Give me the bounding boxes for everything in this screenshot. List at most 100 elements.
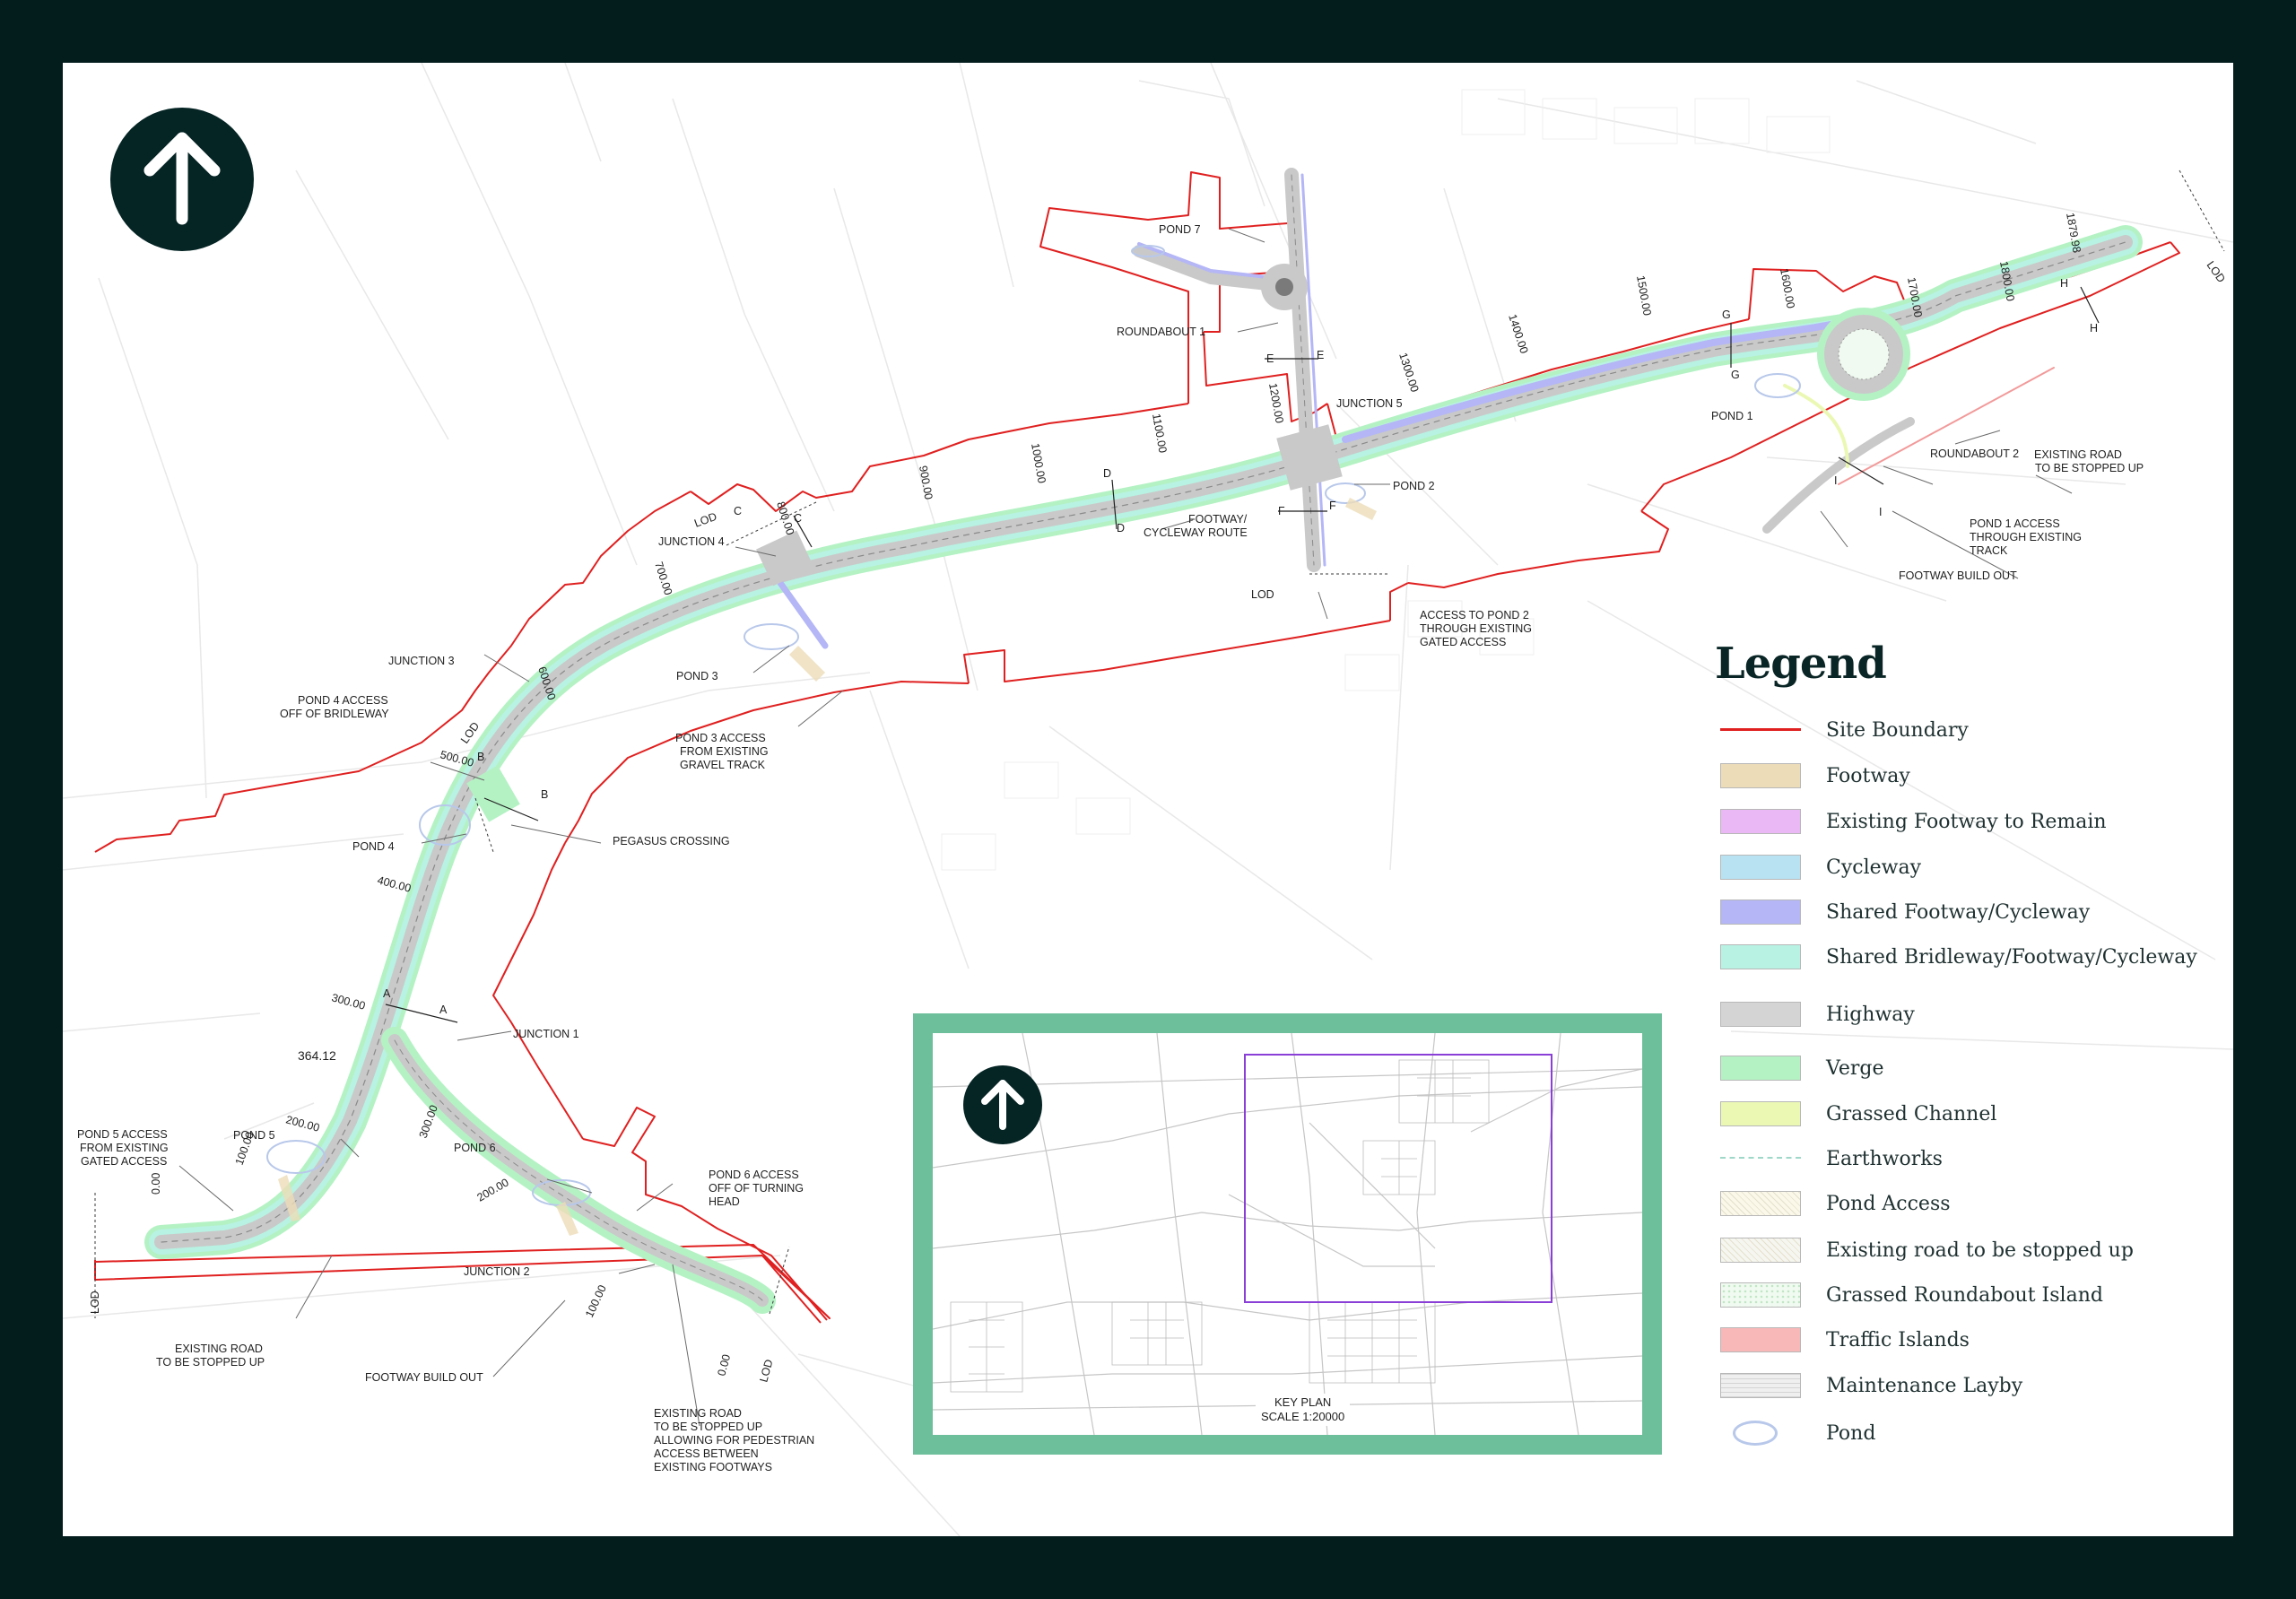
label-pond6-access-3: HEAD — [709, 1195, 740, 1208]
north-arrow-icon — [981, 1080, 1024, 1130]
section-e-1: E — [1266, 352, 1274, 365]
label-pegasus: PEGASUS CROSSING — [613, 835, 730, 847]
label-pond1-access-3: TRACK — [1970, 544, 2008, 557]
label-existing-road-s-4: ACCESS BETWEEN — [654, 1447, 759, 1460]
label-existing-road-s-2: TO BE STOPPED UP — [654, 1421, 762, 1433]
chainage-1600: 1600.00 — [1778, 267, 1797, 309]
legend-label: Grassed Roundabout Island — [1826, 1284, 2103, 1307]
label-pond3-access-3: GRAVEL TRACK — [680, 759, 766, 771]
section-d-1: D — [1103, 467, 1111, 480]
label-footway-cycleway-1: FOOTWAY/ — [1188, 513, 1248, 526]
legend-swatch — [1720, 899, 1801, 925]
label-pond5-access-1: POND 5 ACCESS — [77, 1128, 168, 1141]
key-plan-north-arrow — [963, 1065, 1042, 1144]
label-access-pond2-2: THROUGH EXISTING — [1420, 622, 1532, 635]
legend-label: Pond — [1826, 1422, 1876, 1445]
legend-item: Earthworks — [1715, 1137, 2217, 1182]
label-junction1: JUNCTION 1 — [513, 1028, 579, 1040]
label-existing-road-s-1: EXISTING ROAD — [654, 1407, 742, 1420]
north-arrow-icon — [144, 132, 221, 225]
legend-item: Cycleway — [1715, 846, 2217, 891]
label-junction4: JUNCTION 4 — [658, 535, 725, 548]
key-plan-title: KEY PLAN — [1274, 1395, 1332, 1409]
label-pond6: POND 6 — [454, 1142, 496, 1154]
section-d-2: D — [1117, 522, 1125, 534]
label-access-pond2-3: GATED ACCESS — [1420, 636, 1506, 648]
legend-label: Verge — [1826, 1057, 1884, 1080]
chainage-300-s: 300.00 — [417, 1103, 440, 1140]
chainage-0-s: 0.00 — [715, 1353, 733, 1377]
legend-item: Existing Footway to Remain — [1715, 800, 2217, 846]
chainage-900: 900.00 — [917, 465, 935, 500]
label-pond1: POND 1 — [1711, 410, 1753, 422]
legend-label: Shared Bridleway/Footway/Cycleway — [1826, 946, 2197, 969]
label-existing-road-s-5: EXISTING FOOTWAYS — [654, 1461, 772, 1473]
section-g-2: G — [1731, 369, 1740, 381]
label-pond7: POND 7 — [1159, 223, 1201, 236]
label-access-pond2-1: ACCESS TO POND 2 — [1420, 609, 1529, 621]
legend-item: Grassed Channel — [1715, 1092, 2217, 1137]
label-pond1-access-1: POND 1 ACCESS — [1970, 517, 2060, 530]
label-roundabout1: ROUNDABOUT 1 — [1117, 326, 1205, 338]
legend-swatch — [1720, 809, 1801, 834]
legend-label: Existing Footway to Remain — [1826, 811, 2107, 833]
chainage-400: 400.00 — [376, 873, 413, 894]
legend-label: Maintenance Layby — [1826, 1375, 2023, 1397]
legend-item: Highway — [1715, 993, 2217, 1047]
legend-item: Site Boundary — [1715, 708, 2217, 754]
legend-item: Pond Access — [1715, 1182, 2217, 1229]
legend-label: Footway — [1826, 765, 1910, 787]
chainage-1000: 1000.00 — [1029, 442, 1048, 484]
label-lod-j4: LOD — [692, 510, 718, 530]
legend-item: Existing road to be stopped up — [1715, 1229, 2217, 1273]
section-c-1: C — [734, 505, 742, 517]
legend-item: Maintenance Layby — [1715, 1364, 2217, 1412]
legend-swatch — [1720, 1191, 1801, 1216]
label-pond3: POND 3 — [676, 670, 718, 682]
label-lod-s: LOD — [757, 1358, 775, 1383]
section-i-2: I — [1879, 506, 1882, 518]
label-roundabout2: ROUNDABOUT 2 — [1930, 448, 2019, 460]
legend-swatch — [1720, 944, 1801, 969]
key-plan-scale: SCALE 1:20000 — [1261, 1410, 1345, 1423]
label-pond6-access-2: OFF OF TURNING — [709, 1182, 804, 1195]
chainage-1500: 1500.00 — [1634, 274, 1654, 317]
legend-label: Pond Access — [1826, 1193, 1951, 1215]
legend-label: Grassed Channel — [1826, 1103, 1997, 1125]
chainage-100-s: 100.00 — [583, 1283, 609, 1320]
label-pond5-access-3: GATED ACCESS — [81, 1155, 167, 1168]
label-existing-road-e-2: TO BE STOPPED UP — [2035, 462, 2144, 474]
legend-swatch — [1720, 763, 1801, 788]
section-b-2: B — [541, 788, 548, 801]
chainage-200-w: 200.00 — [284, 1113, 321, 1134]
key-plan-label: KEY PLAN SCALE 1:20000 — [1256, 1394, 1351, 1426]
section-a-2: A — [439, 1004, 448, 1016]
label-existing-road-e-1: EXISTING ROAD — [2034, 448, 2122, 461]
chainage-0-w: 0.00 — [150, 1173, 162, 1195]
legend-label: Site Boundary — [1826, 719, 1969, 742]
north-arrow — [110, 108, 254, 251]
section-g-1: G — [1722, 309, 1731, 321]
legend-label: Earthworks — [1826, 1148, 1943, 1170]
label-junction5: JUNCTION 5 — [1336, 397, 1403, 410]
legend-swatch — [1720, 728, 1801, 731]
legend-label: Traffic Islands — [1826, 1329, 1970, 1351]
legend-title: Legend — [1715, 639, 1887, 689]
label-existing-road-w-2: TO BE STOPPED UP — [156, 1356, 265, 1369]
label-chain-36412: 364.12 — [298, 1048, 336, 1063]
label-pond4-access-1: POND 4 ACCESS — [298, 694, 388, 707]
pond-3 — [744, 623, 799, 650]
legend-item: Traffic Islands — [1715, 1318, 2217, 1364]
legend-list: Site Boundary Footway Existing Footway to … — [1715, 708, 2217, 1455]
chainage-1100: 1100.00 — [1150, 413, 1169, 454]
legend-swatch — [1720, 1056, 1801, 1081]
j4-spur — [777, 579, 829, 649]
legend-swatch — [1720, 855, 1801, 880]
key-plan: KEY PLAN SCALE 1:20000 — [913, 1013, 1662, 1455]
label-pond6-access-1: POND 6 ACCESS — [709, 1169, 799, 1181]
legend-label: Existing road to be stopped up — [1826, 1239, 2134, 1262]
section-b-1: B — [477, 751, 484, 763]
label-existing-road-s-3: ALLOWING FOR PEDESTRIAN — [654, 1434, 814, 1447]
label-pond5-access-2: FROM EXISTING — [80, 1142, 169, 1154]
pond-1 — [1754, 373, 1801, 398]
